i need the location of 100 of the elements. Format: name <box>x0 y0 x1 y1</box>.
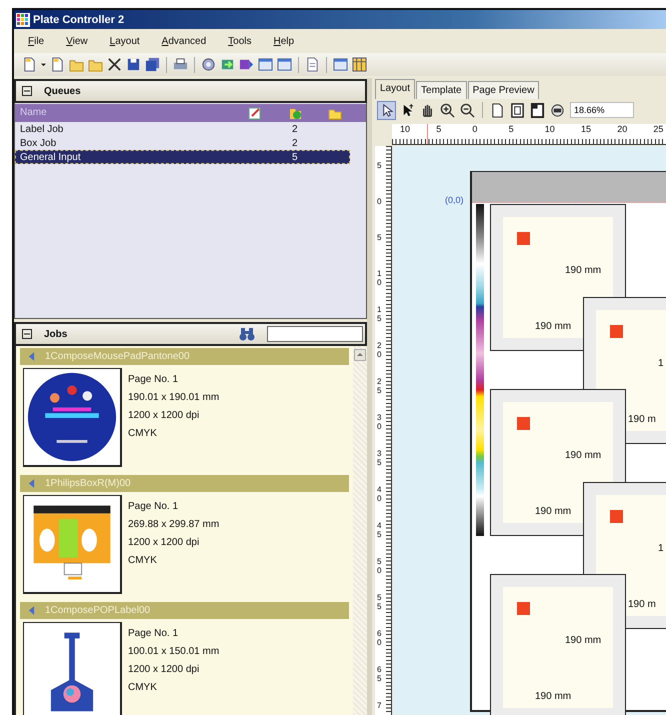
ruler-label: 10 <box>377 270 382 288</box>
page-number: Page No. 1 <box>128 628 180 640</box>
ruler-label: 50 <box>377 558 382 576</box>
ruler-label: 45 <box>377 522 382 540</box>
menu-item[interactable]: Advanced <box>162 36 206 46</box>
collapse-icon[interactable] <box>22 86 32 96</box>
color-mode: CMYK <box>128 682 158 694</box>
ruler-label: 20 <box>377 342 382 360</box>
ruler-label: 10 <box>544 124 555 134</box>
window-icon[interactable] <box>333 57 348 72</box>
page-corner-icon[interactable] <box>530 102 545 118</box>
queue-name: General Input <box>19 152 81 162</box>
register-mark <box>517 602 530 615</box>
ruler-label: 5 <box>377 234 382 243</box>
queue-count: 2 <box>292 138 298 148</box>
ruler-label: 5 <box>436 124 442 134</box>
ruler-label: 0 <box>377 198 382 207</box>
width-label: 190 mm <box>565 635 602 646</box>
queue-name: Box Job <box>19 138 56 148</box>
save-icon[interactable] <box>126 57 141 72</box>
job-name: 1PhilipsBoxR(M)00 <box>45 478 131 489</box>
queue-row[interactable]: Box Job 2 <box>15 136 350 150</box>
height-label: 190 mm <box>535 321 572 332</box>
queue-row[interactable]: General Input 5 <box>15 150 350 164</box>
menu-item[interactable]: View <box>66 36 88 46</box>
height-label: 190 mm <box>535 506 572 517</box>
ruler-label: 5 <box>508 124 514 134</box>
ruler-label: 20 <box>617 124 628 134</box>
window-icon[interactable] <box>258 57 273 72</box>
register-mark <box>517 417 530 430</box>
ruler-label: 10 <box>400 124 410 134</box>
printer-icon[interactable] <box>173 57 188 72</box>
hand-icon[interactable] <box>420 102 435 118</box>
search-field[interactable] <box>267 326 363 342</box>
height-label: 190 mm <box>535 691 572 702</box>
panel-title: Jobs <box>44 328 68 340</box>
width-label: 190 mm <box>565 450 602 461</box>
menu-item[interactable]: File <box>28 36 44 46</box>
page-frame[interactable]: 190 mm 190 mm <box>490 574 626 715</box>
register-mark <box>517 232 530 245</box>
register-mark <box>610 324 623 338</box>
page-size: 269.88 x 299.87 mm <box>128 519 220 531</box>
color-mode: CMYK <box>128 428 158 440</box>
delete-icon[interactable] <box>107 57 122 72</box>
new-document-icon[interactable] <box>22 57 37 72</box>
queue-count: 2 <box>292 124 298 134</box>
ruler-label: 55 <box>377 594 382 612</box>
ruler-label: 25 <box>377 378 382 396</box>
ruler-label: 5 <box>377 162 382 171</box>
page-size: 100.01 x 150.01 mm <box>128 646 220 658</box>
menu-item[interactable]: Tools <box>228 36 252 46</box>
tab[interactable]: Layout <box>375 79 416 99</box>
menu-item[interactable]: Layout <box>110 36 140 46</box>
export-arrow-icon[interactable] <box>239 57 254 72</box>
job-name: 1ComposeMousePadPantone00 <box>45 351 190 362</box>
ruler-label: 65 <box>377 666 382 684</box>
color-mode: CMYK <box>128 555 158 567</box>
page-frame-icon[interactable] <box>510 102 525 118</box>
height-label: 190 m <box>628 598 656 610</box>
collapse-icon[interactable] <box>22 329 32 339</box>
queue-row[interactable]: Label Job 2 <box>15 122 350 136</box>
zoom-out-icon[interactable] <box>460 102 475 118</box>
scroll-bar[interactable] <box>353 346 367 715</box>
ruler-label: 60 <box>377 630 382 648</box>
width-label: 1 <box>658 358 664 368</box>
ruler-label: 0 <box>472 124 478 134</box>
ruler-label: 35 <box>377 450 382 468</box>
ruler-label: 15 <box>377 306 382 324</box>
new-document-icon[interactable] <box>50 57 65 72</box>
grid-icon[interactable] <box>352 57 367 72</box>
height-label: 190 m <box>628 414 656 424</box>
ruler-label: 15 <box>581 124 592 134</box>
scroll-up-button[interactable] <box>354 349 366 361</box>
resolution: 1200 x 1200 dpi <box>128 410 200 422</box>
zoom-in-icon[interactable] <box>440 102 455 118</box>
ruler-label: 25 <box>653 124 664 134</box>
queue-count: 5 <box>292 152 298 162</box>
pointer-icon[interactable] <box>378 102 395 118</box>
page-number: Page No. 1 <box>128 374 180 386</box>
panel-title: Queues <box>44 86 81 96</box>
binoculars-icon[interactable] <box>239 327 255 341</box>
page-size: 190.01 x 190.01 mm <box>128 392 220 404</box>
page-number: Page No. 1 <box>128 501 180 513</box>
ruler-label: 30 <box>377 414 382 432</box>
queue-name: Label Job <box>19 124 64 134</box>
page-icon[interactable] <box>490 102 505 118</box>
tab[interactable]: Page Preview <box>468 81 540 99</box>
window-title: Plate Controller 2 <box>33 14 124 26</box>
register-mark <box>610 510 623 522</box>
resolution: 1200 x 1200 dpi <box>128 537 200 549</box>
width-label: 190 mm <box>565 265 602 276</box>
ruler-label: 7 <box>377 702 382 711</box>
window-icon[interactable] <box>277 57 292 72</box>
ruler-label: 40 <box>377 486 382 504</box>
resolution: 1200 x 1200 dpi <box>128 664 200 676</box>
save-all-icon[interactable] <box>145 57 160 72</box>
tab[interactable]: Template <box>416 81 467 99</box>
menu-item[interactable]: Help <box>274 36 294 46</box>
edit-icon[interactable] <box>248 106 262 120</box>
zoom-field[interactable]: 18.66% <box>570 102 634 118</box>
